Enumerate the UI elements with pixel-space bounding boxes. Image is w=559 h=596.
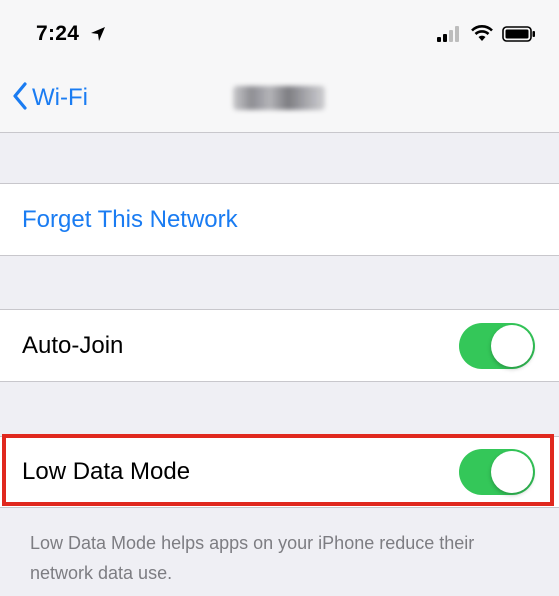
location-arrow-icon [90, 26, 106, 47]
auto-join-row: Auto-Join [0, 309, 559, 382]
status-bar: 7:24 [0, 0, 559, 64]
low-data-mode-row: Low Data Mode [0, 436, 559, 508]
low-data-mode-description: Low Data Mode helps apps on your iPhone … [30, 533, 475, 583]
navigation-bar: Wi-Fi [0, 64, 559, 133]
auto-join-toggle[interactable] [459, 322, 535, 369]
forget-network-button[interactable]: Forget This Network [22, 206, 238, 234]
low-data-mode-label: Low Data Mode [22, 458, 191, 485]
auto-join-label: Auto-Join [22, 331, 124, 359]
chevron-left-icon [12, 81, 28, 115]
toggle-knob [491, 451, 533, 493]
network-name-redacted [233, 86, 325, 110]
toggle-knob [491, 324, 533, 367]
back-label: Wi-Fi [32, 84, 88, 111]
wifi-icon [470, 24, 494, 47]
forget-network-row[interactable]: Forget This Network [0, 183, 559, 256]
low-data-mode-toggle[interactable] [459, 449, 535, 495]
status-time: 7:24 [36, 22, 80, 45]
back-button[interactable]: Wi-Fi [12, 81, 88, 115]
cellular-signal-icon [437, 26, 463, 47]
battery-icon [502, 26, 536, 47]
